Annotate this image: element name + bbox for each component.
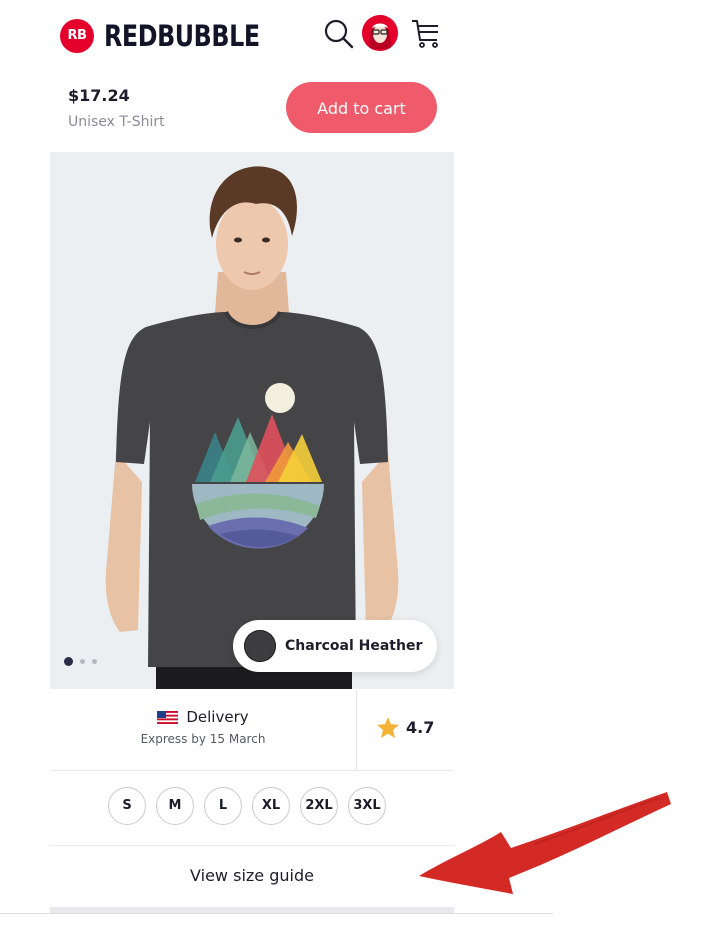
logo-badge-icon: RB: [60, 19, 94, 53]
model-wearing-tshirt-illustration: [50, 152, 454, 689]
carousel-dots[interactable]: [64, 657, 97, 666]
carousel-dot[interactable]: [80, 659, 85, 664]
avatar[interactable]: [362, 15, 398, 51]
page-bottom-divider: [0, 913, 553, 914]
site-header: RB REDBUBBLE: [0, 0, 704, 70]
color-selector[interactable]: Charcoal Heather: [233, 620, 437, 672]
carousel-dot-active[interactable]: [64, 657, 73, 666]
delivery-label: Delivery: [186, 708, 249, 726]
logo-badge-text: RB: [67, 28, 87, 43]
carousel-dot[interactable]: [92, 659, 97, 664]
product-type-label: Unisex T-Shirt: [68, 114, 165, 130]
star-icon: [377, 717, 399, 738]
view-size-guide-link[interactable]: View size guide: [50, 846, 454, 906]
size-option-3xl[interactable]: 3XL: [348, 787, 386, 825]
size-selector: S M L XL 2XL 3XL: [108, 787, 386, 825]
product-image[interactable]: [50, 152, 454, 689]
size-option-s[interactable]: S: [108, 787, 146, 825]
redbubble-logo[interactable]: RB REDBUBBLE: [60, 19, 294, 53]
rating-value: 4.7: [406, 718, 435, 737]
size-option-l[interactable]: L: [204, 787, 242, 825]
search-icon[interactable]: [322, 16, 356, 50]
size-option-m[interactable]: M: [156, 787, 194, 825]
delivery-info[interactable]: Delivery Express by 15 March: [50, 708, 356, 746]
logo-wordmark: REDBUBBLE: [104, 19, 260, 53]
avatar-illustration-icon: [362, 15, 398, 51]
us-flag-icon: [157, 710, 179, 724]
red-arrow-icon: [419, 792, 671, 894]
delivery-detail: Express by 15 March: [140, 732, 266, 746]
color-swatch: [244, 630, 276, 662]
size-option-xl[interactable]: XL: [252, 787, 290, 825]
size-option-2xl[interactable]: 2XL: [300, 787, 338, 825]
add-to-cart-button[interactable]: Add to cart: [286, 82, 437, 133]
product-price: $17.24: [68, 86, 130, 105]
product-rating[interactable]: 4.7: [376, 716, 434, 739]
info-divider: [356, 690, 357, 770]
cart-icon[interactable]: [409, 16, 443, 50]
selected-color-label: Charcoal Heather: [285, 638, 423, 654]
